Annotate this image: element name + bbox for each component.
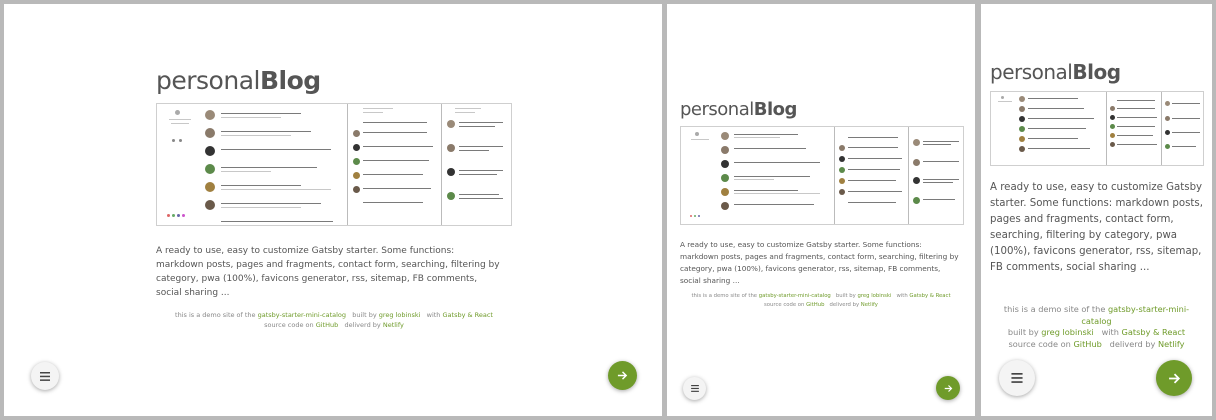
demo-link[interactable]: gatsby-starter-mini-catalog xyxy=(759,293,831,299)
netlify-link[interactable]: Netlify xyxy=(1158,339,1185,349)
author-link[interactable]: greg lobinski xyxy=(1041,327,1093,337)
menu-icon xyxy=(690,385,699,392)
desktop-preview: personalBlog A ready to use, easy to cus… xyxy=(4,4,662,416)
next-button[interactable] xyxy=(936,376,960,400)
github-link[interactable]: GitHub xyxy=(806,302,824,308)
preview-screenshot[interactable] xyxy=(990,91,1204,166)
site-logo[interactable]: personalBlog xyxy=(990,60,1121,84)
tablet-preview: personalBlog A ready to use, easy to cus… xyxy=(667,4,975,416)
author-link[interactable]: greg lobinski xyxy=(379,311,421,319)
github-link[interactable]: GitHub xyxy=(316,321,339,329)
site-description: A ready to use, easy to customize Gatsby… xyxy=(680,240,959,285)
tech-link[interactable]: Gatsby & React xyxy=(909,293,950,299)
arrow-right-icon xyxy=(944,384,952,392)
mobile-preview: personalBlog A ready to use, easy to cus… xyxy=(981,4,1212,416)
footer: this is a demo site of the gatsby-starte… xyxy=(691,293,951,308)
site-logo[interactable]: personalBlog xyxy=(680,99,797,120)
arrow-right-icon xyxy=(617,371,628,380)
preview-screenshot[interactable] xyxy=(680,126,964,225)
footer: this is a demo site of the gatsby-starte… xyxy=(175,311,493,329)
demo-link[interactable]: gatsby-starter-mini-catalog xyxy=(258,311,346,319)
menu-button[interactable] xyxy=(683,377,706,400)
site-logo[interactable]: personalBlog xyxy=(156,66,321,95)
site-description: A ready to use, easy to customize Gatsby… xyxy=(156,246,500,298)
tech-link[interactable]: Gatsby & React xyxy=(1122,327,1186,337)
next-button[interactable] xyxy=(1156,360,1192,396)
footer: this is a demo site of the gatsby-starte… xyxy=(1003,304,1190,349)
netlify-link[interactable]: Netlify xyxy=(861,302,878,308)
site-description: A ready to use, easy to customize Gatsby… xyxy=(990,182,1203,273)
menu-icon xyxy=(40,371,50,381)
github-link[interactable]: GitHub xyxy=(1073,339,1101,349)
netlify-link[interactable]: Netlify xyxy=(383,321,404,329)
menu-button[interactable] xyxy=(31,362,59,390)
preview-screenshot[interactable] xyxy=(156,103,512,226)
menu-icon xyxy=(1011,373,1023,383)
next-button[interactable] xyxy=(608,361,637,390)
author-link[interactable]: greg lobinski xyxy=(857,293,891,299)
menu-button[interactable] xyxy=(999,360,1035,396)
arrow-right-icon xyxy=(1168,373,1180,383)
tech-link[interactable]: Gatsby & React xyxy=(443,311,493,319)
